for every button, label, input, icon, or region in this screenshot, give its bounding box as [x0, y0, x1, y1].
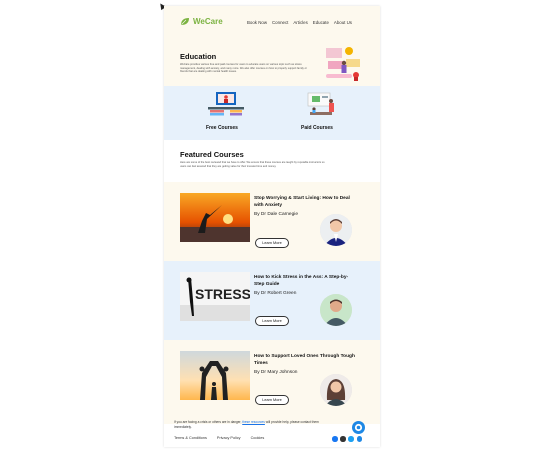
course-card: STRESS How to Kick Stress in the Ass: A … — [164, 261, 380, 345]
nav-book-now[interactable]: Book Now — [247, 20, 267, 25]
facebook-icon[interactable] — [332, 436, 338, 442]
chat-icon[interactable] — [352, 421, 365, 434]
course-author: By Dr Robert Green — [254, 291, 297, 296]
crisis-notice-text: If you are facing a crisis or others are… — [174, 420, 242, 424]
cookies-link[interactable]: Cookies — [251, 436, 265, 440]
course-card: How to Support Loved Ones Through Tough … — [164, 340, 380, 424]
crisis-notice: If you are facing a crisis or others are… — [174, 420, 324, 429]
privacy-link[interactable]: Privacy Policy — [217, 436, 241, 440]
course-image-support[interactable] — [180, 351, 250, 400]
brand-name: WeCare — [193, 17, 223, 26]
education-description: WeCare provides various free and paid co… — [180, 63, 307, 73]
site-header: WeCare Book Now Connect Articles Educate… — [164, 6, 380, 38]
terms-link[interactable]: Terms & Conditions — [174, 436, 207, 440]
course-author: By Dr Mary Johnson — [254, 370, 298, 375]
featured-title: Featured Courses — [180, 150, 244, 159]
main-nav: Book Now Connect Articles Educate About … — [247, 20, 352, 25]
featured-description: Here are some of the best reviewed that … — [180, 161, 325, 168]
svg-text:STRESS: STRESS — [195, 286, 250, 302]
learn-more-button[interactable]: Learn More — [255, 395, 289, 405]
paid-courses-label[interactable]: Paid Courses — [301, 125, 333, 131]
free-courses-illustration[interactable] — [206, 91, 246, 119]
paid-courses-illustration[interactable] — [304, 91, 340, 119]
logo[interactable]: WeCare — [180, 17, 223, 26]
instructor-avatar — [320, 214, 352, 246]
crisis-resources-link[interactable]: these resources — [242, 420, 265, 424]
course-image-anxiety[interactable] — [180, 193, 250, 242]
education-title: Education — [180, 52, 217, 61]
instructor-avatar — [320, 294, 352, 326]
course-title[interactable]: Stop Worrying & Start Living: How to Dea… — [254, 196, 356, 209]
email-icon[interactable] — [356, 436, 363, 442]
webpage: WeCare Book Now Connect Articles Educate… — [164, 6, 380, 447]
nav-articles[interactable]: Articles — [293, 20, 307, 25]
course-types-section: Free Courses Paid Courses — [164, 86, 380, 140]
nav-about-us[interactable]: About Us — [334, 20, 352, 25]
featured-section: Featured Courses Here are some of the be… — [164, 140, 380, 182]
course-title[interactable]: How to Kick Stress in the Ass: A Step-by… — [254, 275, 356, 288]
learn-more-button[interactable]: Learn More — [255, 238, 289, 248]
course-author: By Dr Dale Carnegie — [254, 212, 298, 217]
course-image-stress[interactable]: STRESS — [180, 272, 250, 321]
free-courses-label[interactable]: Free Courses — [206, 125, 238, 131]
course-card: Stop Worrying & Start Living: How to Dea… — [164, 182, 380, 266]
education-illustration — [326, 47, 360, 81]
social-links — [332, 436, 363, 442]
education-section: Education WeCare provides various free a… — [164, 38, 380, 86]
learn-more-button[interactable]: Learn More — [255, 316, 289, 326]
footer-links: Terms & Conditions Privacy Policy Cookie… — [174, 436, 264, 440]
course-title[interactable]: How to Support Loved Ones Through Tough … — [254, 354, 356, 367]
instagram-icon[interactable] — [340, 436, 346, 442]
leaf-icon — [181, 18, 189, 25]
nav-educate[interactable]: Educate — [313, 20, 329, 25]
nav-connect[interactable]: Connect — [272, 20, 288, 25]
instructor-avatar — [320, 374, 352, 406]
twitter-icon[interactable] — [348, 436, 354, 442]
